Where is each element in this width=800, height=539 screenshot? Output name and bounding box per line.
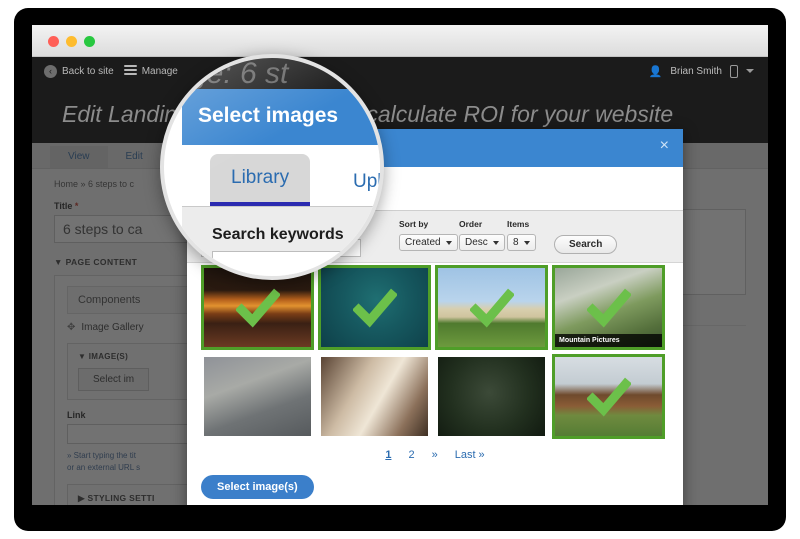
magnified-tab-library[interactable]: Library: [210, 154, 311, 206]
chevron-down-icon[interactable]: [746, 69, 754, 73]
user-name-label[interactable]: Brian Smith: [670, 66, 722, 77]
window-maximize-button[interactable]: [84, 36, 95, 47]
select-images-submit-button[interactable]: Select image(s): [201, 475, 314, 499]
image-grid: Mountain Pictures: [201, 265, 671, 439]
magnified-dialog-title: Select images: [198, 104, 339, 127]
sort-by-value: Created: [405, 237, 441, 248]
items-filter: Items 8: [507, 219, 536, 251]
search-button[interactable]: Search: [554, 235, 618, 254]
pagination-link[interactable]: »: [432, 449, 438, 461]
pagination-link[interactable]: Last »: [455, 449, 485, 461]
items-select[interactable]: 8: [507, 234, 536, 251]
window-minimize-button[interactable]: [66, 36, 77, 47]
window-titlebar: [32, 25, 768, 57]
image-thumbnail[interactable]: [435, 354, 548, 439]
image-thumbnail[interactable]: [201, 354, 314, 439]
back-to-site-link[interactable]: ‹ Back to site: [44, 64, 114, 78]
order-filter: Order Desc: [459, 219, 505, 251]
image-thumbnail[interactable]: Mountain Pictures: [552, 265, 665, 350]
thumbnail-caption: Mountain Pictures: [555, 334, 662, 347]
magnified-tab-upload[interactable]: Upload: [332, 158, 380, 206]
woman-with-glasses-image: [438, 357, 545, 436]
mobile-device-icon[interactable]: [730, 64, 738, 78]
magnified-search-label: Search keywords: [212, 226, 344, 243]
sheep-barn-image: [321, 357, 428, 436]
back-to-site-label: Back to site: [62, 65, 114, 77]
window-close-button[interactable]: [48, 36, 59, 47]
image-thumbnail[interactable]: [552, 354, 665, 439]
image-thumbnail[interactable]: [435, 265, 548, 350]
sort-by-label: Sort by: [399, 219, 429, 229]
checkmark-icon: [586, 377, 631, 417]
magnifier-content: ge: 6 st Select images Library Upload Se…: [164, 58, 380, 276]
magnifier-lens: ge: 6 st Select images Library Upload Se…: [160, 54, 384, 280]
pagination: 1 2 » Last »: [187, 449, 683, 461]
user-icon: 👤: [648, 65, 663, 78]
chevron-down-icon: [445, 240, 452, 245]
checkmark-icon: [586, 288, 631, 328]
items-label: Items: [507, 219, 530, 229]
chevron-down-icon: [523, 240, 530, 245]
items-value: 8: [513, 237, 519, 248]
order-value: Desc: [465, 237, 488, 248]
sort-by-select[interactable]: Created: [399, 234, 458, 251]
browser-window: ‹ Back to site Manage 👤 Brian Smith Edit…: [32, 25, 768, 505]
checkmark-icon: [235, 288, 280, 328]
sort-by-filter: Sort by Created: [399, 219, 458, 251]
order-label: Order: [459, 219, 483, 229]
checkmark-icon: [469, 288, 514, 328]
magnified-tabs: Library Upload: [182, 145, 380, 207]
back-arrow-icon: ‹: [44, 64, 57, 78]
image-thumbnail[interactable]: [318, 354, 431, 439]
hamburger-icon: [123, 65, 137, 77]
close-icon[interactable]: ×: [660, 138, 669, 154]
city-street-aerial-image: [204, 357, 311, 436]
pagination-link[interactable]: 1: [385, 449, 391, 461]
magnified-search-input[interactable]: [212, 251, 362, 276]
order-select[interactable]: Desc: [459, 234, 505, 251]
pagination-link[interactable]: 2: [408, 449, 414, 461]
magnified-page-title: ge: 6 st: [164, 58, 380, 90]
admin-toolbar: ‹ Back to site Manage 👤 Brian Smith: [32, 57, 768, 85]
checkmark-icon: [352, 288, 397, 328]
image-thumbnail[interactable]: [318, 265, 431, 350]
chevron-down-icon: [492, 240, 499, 245]
